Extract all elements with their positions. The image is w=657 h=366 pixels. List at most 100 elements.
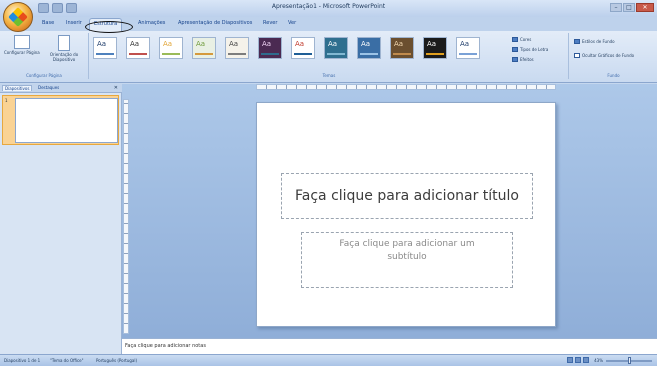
tab-highlight-circle: [85, 21, 133, 33]
tab-inserir[interactable]: Inserir: [66, 20, 82, 26]
tab-slides[interactable]: Diapositivos: [2, 85, 33, 91]
tab-rever[interactable]: Rever: [263, 20, 277, 26]
background-styles-button[interactable]: Estilos de Fundo: [574, 39, 615, 44]
background-styles-icon: [574, 39, 580, 44]
theme-thumbnail[interactable]: Aa: [423, 37, 447, 59]
theme-thumbnail[interactable]: Aa: [456, 37, 480, 59]
theme-thumbnail[interactable]: Aa: [357, 37, 381, 59]
theme-color-bar: [228, 53, 246, 55]
theme-color-bar: [426, 53, 444, 55]
tab-ver[interactable]: Ver: [288, 20, 296, 26]
theme-color-bar: [261, 53, 279, 55]
close-pane-icon[interactable]: ✕: [114, 85, 118, 91]
theme-color-bar: [129, 53, 147, 55]
theme-label: Aa: [229, 40, 239, 48]
theme-color-bar: [360, 53, 378, 55]
office-logo-icon: [8, 7, 28, 27]
tab-animacoes[interactable]: Animações: [138, 20, 165, 26]
group-separator: [88, 33, 89, 79]
subtitle-placeholder[interactable]: Faça clique para adicionar um subtítulo: [301, 232, 513, 288]
colors-button[interactable]: Cores: [512, 37, 531, 42]
background-styles-label: Estilos de Fundo: [582, 39, 615, 44]
page-setup-button[interactable]: Configurar Página: [4, 35, 40, 55]
tab-apresentacao[interactable]: Apresentação de Diapositivos: [178, 20, 252, 26]
colors-icon: [512, 37, 518, 42]
theme-label: Aa: [262, 40, 272, 48]
theme-label: Aa: [97, 40, 107, 48]
theme-color-bar: [393, 53, 411, 55]
tab-base[interactable]: Base: [42, 20, 54, 26]
maximize-button[interactable]: □: [623, 3, 635, 12]
theme-info: "Tema do Office": [50, 358, 84, 363]
orientation-button[interactable]: Orientação do Diapositivo: [46, 35, 82, 62]
colors-label: Cores: [520, 37, 532, 42]
theme-label: Aa: [130, 40, 140, 48]
theme-label: Aa: [427, 40, 437, 48]
theme-label: Aa: [295, 40, 305, 48]
effects-icon: [512, 57, 518, 62]
pane-tabs: Diapositivos Destaques ✕: [0, 84, 122, 93]
theme-label: Aa: [394, 40, 404, 48]
theme-color-bar: [195, 53, 213, 55]
theme-thumbnail[interactable]: Aa: [291, 37, 315, 59]
theme-thumbnail[interactable]: Aa: [93, 37, 117, 59]
page-setup-icon: [13, 35, 30, 49]
theme-thumbnail[interactable]: Aa: [390, 37, 414, 59]
slides-pane: Diapositivos Destaques ✕ 1: [0, 84, 122, 354]
slide-thumbnail-selected[interactable]: 1: [2, 95, 119, 145]
theme-color-bar: [459, 53, 477, 55]
slide[interactable]: Faça clique para adicionar título Faça c…: [256, 102, 556, 327]
ribbon: Configurar Página Orientação do Diaposit…: [0, 31, 657, 83]
theme-thumbnail[interactable]: Aa: [192, 37, 216, 59]
zoom-slider-handle[interactable]: [628, 357, 631, 364]
slide-sorter-icon[interactable]: [575, 357, 581, 363]
horizontal-ruler: [256, 84, 556, 90]
theme-label: Aa: [460, 40, 470, 48]
theme-thumbnail[interactable]: Aa: [258, 37, 282, 59]
slide-number: 1: [5, 98, 8, 103]
status-bar: Diapositivo 1 de 1 "Tema do Office" Port…: [0, 354, 657, 366]
theme-color-bar: [327, 53, 345, 55]
window-title: Apresentação1 - Microsoft PowerPoint: [271, 3, 386, 10]
theme-thumbnail[interactable]: Aa: [159, 37, 183, 59]
page-setup-group-label: Configurar Página: [26, 73, 62, 78]
background-group-label: Fundo: [607, 73, 620, 78]
theme-thumbnail[interactable]: Aa: [225, 37, 249, 59]
orientation-icon: [58, 35, 70, 51]
zoom-level[interactable]: 43%: [594, 358, 603, 363]
group-separator: [568, 33, 569, 79]
title-placeholder[interactable]: Faça clique para adicionar título: [281, 173, 533, 219]
hide-background-label: Ocultar Gráficos de Fundo: [582, 53, 635, 58]
fonts-button[interactable]: Tipos de Letra: [512, 47, 548, 52]
view-buttons: [567, 357, 589, 363]
fonts-icon: [512, 47, 518, 52]
themes-group-label: Temas: [322, 73, 336, 78]
theme-thumbnail[interactable]: Aa: [324, 37, 348, 59]
effects-label: Efeitos: [520, 57, 534, 62]
title-bar: Apresentação1 - Microsoft PowerPoint – □…: [0, 0, 657, 17]
checkbox-icon: [574, 53, 580, 58]
slide-thumbnail[interactable]: [15, 98, 118, 143]
orientation-label: Orientação do Diapositivo: [49, 52, 79, 62]
window-controls: – □ ✕: [610, 3, 654, 12]
slideshow-icon[interactable]: [583, 357, 589, 363]
language-info[interactable]: Português (Portugal): [96, 358, 137, 363]
office-button[interactable]: [3, 2, 33, 32]
normal-view-icon[interactable]: [567, 357, 573, 363]
close-button[interactable]: ✕: [636, 3, 654, 12]
slide-info: Diapositivo 1 de 1: [4, 358, 41, 363]
theme-label: Aa: [328, 40, 338, 48]
notes-pane[interactable]: Faça clique para adicionar notas: [122, 338, 657, 354]
theme-label: Aa: [361, 40, 371, 48]
tab-outline[interactable]: Destaques: [36, 85, 61, 90]
theme-color-bar: [96, 53, 114, 55]
theme-label: Aa: [196, 40, 206, 48]
theme-thumbnail[interactable]: Aa: [126, 37, 150, 59]
page-setup-label: Configurar Página: [4, 50, 40, 55]
effects-button[interactable]: Efeitos: [512, 57, 534, 62]
theme-color-bar: [294, 53, 312, 55]
minimize-button[interactable]: –: [610, 3, 622, 12]
theme-color-bar: [162, 53, 180, 55]
hide-background-checkbox[interactable]: Ocultar Gráficos de Fundo: [574, 53, 634, 58]
vertical-ruler: [123, 99, 129, 334]
